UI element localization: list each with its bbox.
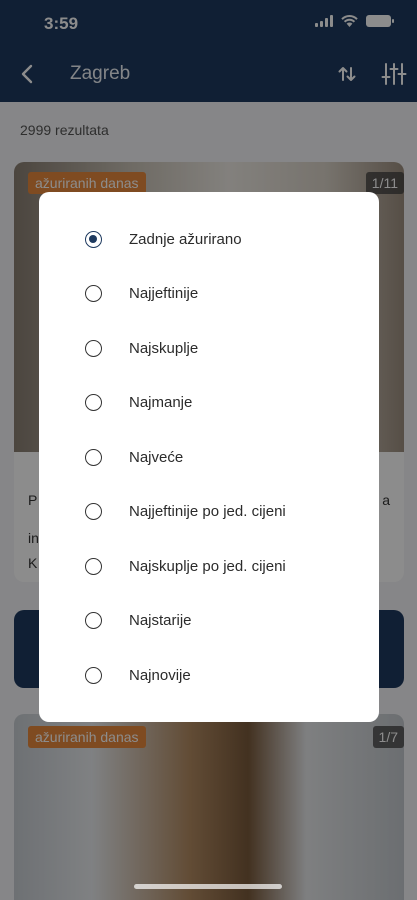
sort-option-label: Najjeftinije [129, 285, 199, 303]
radio-button[interactable] [85, 394, 102, 412]
radio-button[interactable] [85, 339, 102, 357]
sort-option[interactable]: Zadnje ažurirano [39, 212, 379, 267]
radio-button[interactable] [85, 230, 102, 248]
sort-option-label: Najmanje [129, 394, 193, 412]
radio-button[interactable] [85, 666, 102, 684]
sort-option[interactable]: Najveće [39, 430, 379, 485]
sort-option-label: Najnovije [129, 666, 191, 684]
sort-option-label: Najskuplje po jed. cijeni [129, 557, 286, 575]
sort-option[interactable]: Najskuplje [39, 321, 379, 376]
radio-button[interactable] [85, 612, 102, 630]
sort-option-label: Najskuplje [129, 339, 199, 357]
sort-option[interactable]: Najnovije [39, 648, 379, 703]
sort-option[interactable]: Najmanje [39, 376, 379, 431]
sort-option[interactable]: Najskuplje po jed. cijeni [39, 539, 379, 594]
sort-option-label: Najstarije [129, 612, 192, 630]
sort-option[interactable]: Najjeftinije [39, 267, 379, 322]
radio-button[interactable] [85, 448, 102, 466]
sort-option-label: Najveće [129, 448, 184, 466]
sort-dialog: Zadnje ažurirano Najjeftinije Najskuplje… [39, 192, 379, 722]
sort-option[interactable]: Najjeftinije po jed. cijeni [39, 485, 379, 540]
sort-option-label: Najjeftinije po jed. cijeni [129, 503, 286, 521]
sort-option[interactable]: Najstarije [39, 594, 379, 649]
radio-button[interactable] [85, 557, 102, 575]
home-indicator[interactable] [134, 884, 282, 889]
radio-button[interactable] [85, 285, 102, 303]
radio-button[interactable] [85, 503, 102, 521]
sort-option-label: Zadnje ažurirano [129, 230, 242, 248]
